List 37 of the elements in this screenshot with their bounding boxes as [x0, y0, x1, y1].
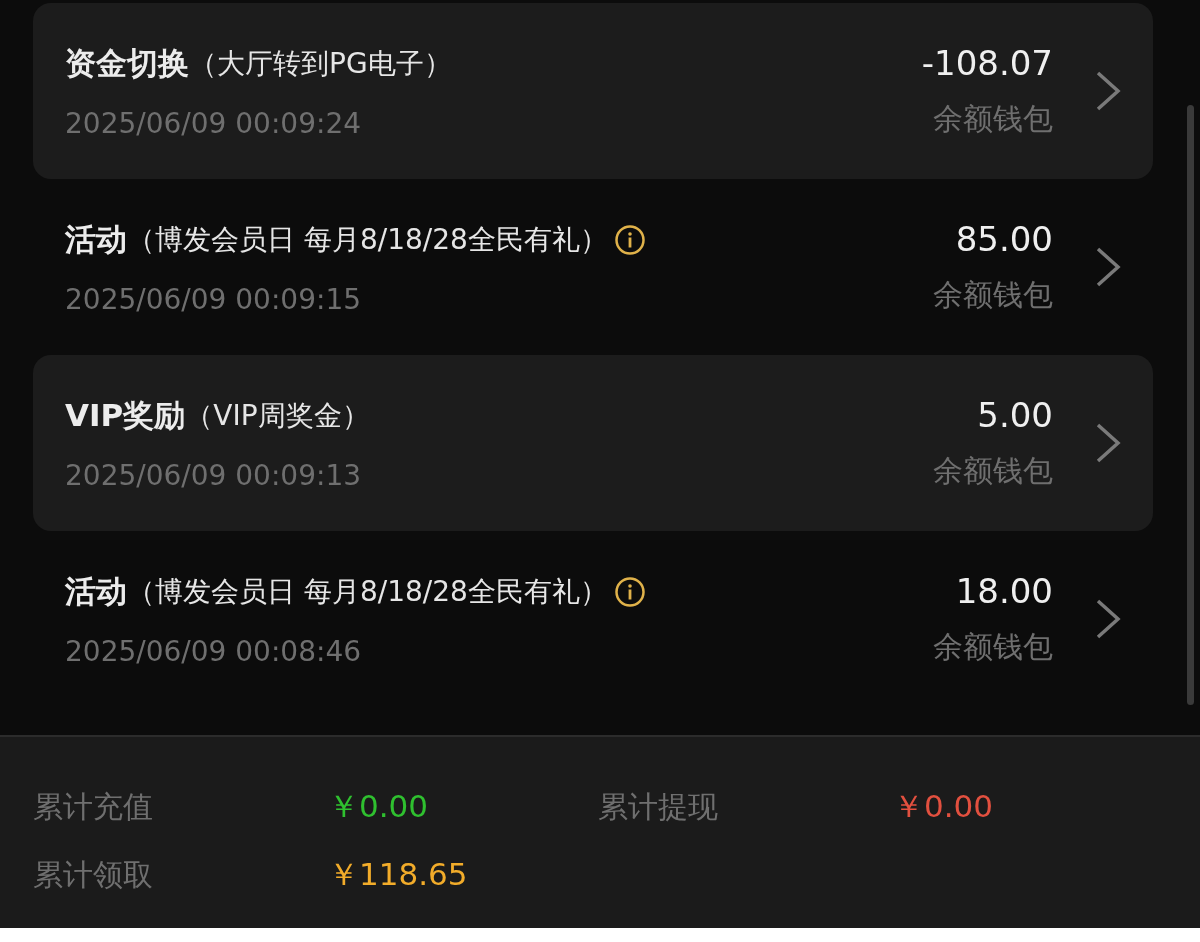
record-time: 2025/06/09 00:08:46	[65, 634, 363, 668]
record-title: 资金切换	[65, 43, 189, 83]
record-amount: 18.00	[955, 570, 1053, 611]
record-amount: 85.00	[955, 218, 1053, 259]
stat-label: 累计充值	[33, 787, 154, 826]
record-title: 活动	[65, 219, 127, 259]
chevron-icon	[1095, 70, 1121, 112]
record-title: VIP奖励	[65, 395, 186, 435]
scrollbar[interactable]	[1187, 105, 1194, 705]
record-row[interactable]: 活动（博发会员日 每月8/18/28全民有礼） 2025/06/09 00:09:15 85.00 余额钱包	[33, 179, 1153, 355]
stat-value: ￥0.00	[328, 787, 429, 826]
info-icon[interactable]	[613, 575, 646, 608]
wallet-label: 余额钱包	[933, 451, 1053, 490]
record-time: 2025/06/09 00:09:15	[65, 282, 363, 316]
chevron-icon	[1095, 246, 1121, 288]
wallet-label: 余额钱包	[933, 99, 1053, 138]
record-card[interactable]: VIP奖励（VIP周奖金） 2025/06/09 00:09:13 5.00 余额钱包	[33, 355, 1153, 531]
record-time: 2025/06/09 00:09:24	[65, 106, 363, 140]
record-detail: （博发会员日 每月8/18/28全民有礼）	[127, 221, 608, 258]
record-time: 2025/06/09 00:09:13	[65, 458, 363, 492]
wallet-label: 余额钱包	[933, 275, 1053, 314]
stat-value: ￥0.00	[893, 787, 994, 826]
chevron-icon	[1095, 422, 1121, 464]
record-detail: （VIP周奖金）	[185, 397, 370, 434]
stat-label: 累计提现	[598, 787, 719, 826]
record-detail: （大厅转到PG电子）	[189, 45, 452, 82]
chevron-icon	[1095, 598, 1121, 640]
wallet-label: 余额钱包	[933, 627, 1053, 666]
stat-label: 累计领取	[33, 855, 154, 894]
record-card[interactable]: 资金切换（大厅转到PG电子） 2025/06/09 00:09:24 -108.07 余额钱包	[33, 3, 1153, 179]
info-icon[interactable]	[613, 223, 646, 256]
record-detail: （博发会员日 每月8/18/28全民有礼）	[127, 573, 608, 610]
record-amount: -108.07	[921, 42, 1053, 83]
stat-value: ￥118.65	[328, 855, 468, 894]
record-row[interactable]: 活动（博发会员日 每月8/18/28全民有礼） 2025/06/09 00:08:46 18.00 余额钱包	[33, 531, 1153, 707]
record-amount: 5.00	[977, 394, 1053, 435]
record-title: 活动	[65, 571, 127, 611]
